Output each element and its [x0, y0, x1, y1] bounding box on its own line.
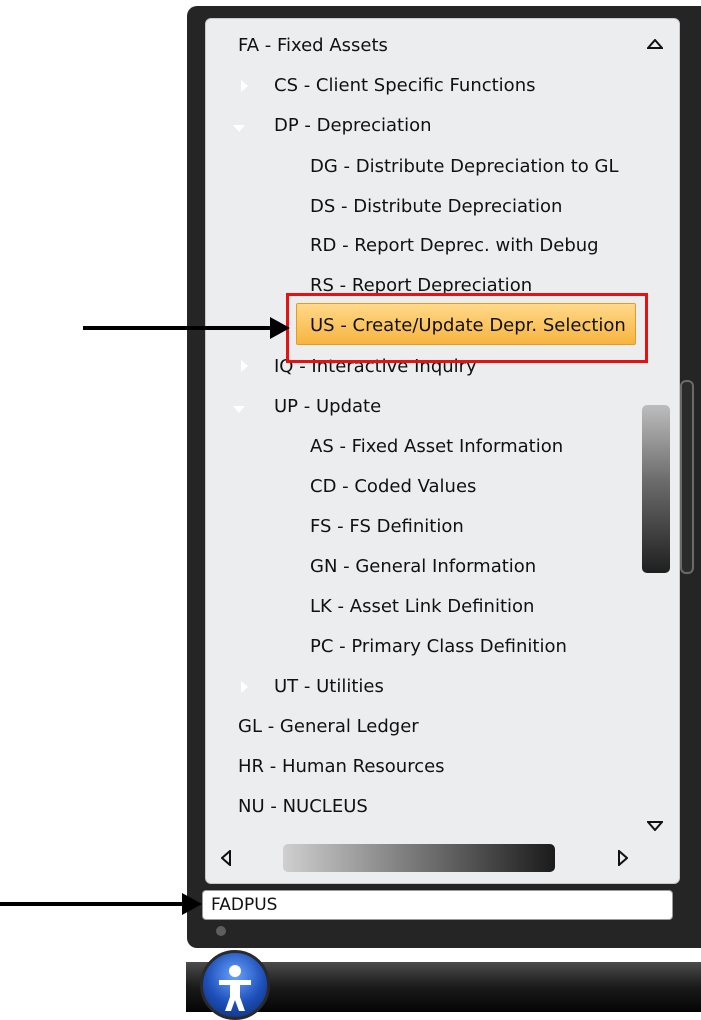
scroll-up-icon[interactable] — [645, 36, 665, 52]
menu-item-fs[interactable]: FS - FS Definition — [310, 512, 464, 542]
start-button[interactable] — [200, 950, 270, 1020]
menu-item-label: RD - Report Deprec. with Debug — [310, 235, 599, 256]
menu-item-rd[interactable]: RD - Report Deprec. with Debug — [310, 231, 599, 261]
status-dot-icon — [216, 926, 226, 936]
menu-item-label: AS - Fixed Asset Information — [310, 436, 564, 457]
menu-item-label: LK - Asset Link Definition — [310, 596, 535, 617]
menu-item-lk[interactable]: LK - Asset Link Definition — [310, 592, 534, 622]
menu-item-label: DS - Distribute Depreciation — [310, 196, 563, 217]
collapse-arrow-icon[interactable] — [233, 125, 245, 132]
menu-item-label: CS - Client Specific Functions — [274, 75, 536, 96]
highlight-box — [286, 293, 648, 363]
menu-item-as[interactable]: AS - Fixed Asset Information — [310, 432, 563, 462]
menu-item-ut[interactable]: UT - Utilities — [274, 672, 384, 702]
menu-item-cs[interactable]: CS - Client Specific Functions — [274, 71, 535, 101]
pointer-arrow-selection — [83, 326, 273, 330]
scroll-down-icon[interactable] — [645, 818, 665, 834]
menu-item-label: FS - FS Definition — [310, 516, 464, 537]
menu-item-dg[interactable]: DG - Distribute Depreciation to GL — [310, 152, 618, 182]
menu-item-label: PC - Primary Class Definition — [310, 636, 567, 657]
command-field[interactable]: FADPUS — [202, 890, 673, 920]
command-field-value: FADPUS — [211, 895, 278, 915]
vertical-scroll-thumb[interactable] — [642, 405, 670, 573]
menu-item-pc[interactable]: PC - Primary Class Definition — [310, 632, 567, 662]
menu-item-label: HR - Human Resources — [238, 756, 445, 777]
pointer-arrow-command — [0, 902, 185, 906]
horizontal-scroll-thumb[interactable] — [283, 844, 555, 872]
menu-item-label: DP - Depreciation — [274, 115, 432, 136]
menu-item-cd[interactable]: CD - Coded Values — [310, 472, 476, 502]
menu-item-label: NU - NUCLEUS — [238, 796, 368, 817]
scroll-right-icon[interactable] — [616, 848, 630, 869]
expand-arrow-icon[interactable] — [241, 360, 248, 372]
menu-item-up[interactable]: UP - Update — [274, 392, 381, 422]
expand-arrow-icon[interactable] — [241, 80, 248, 92]
menu-item-label: CD - Coded Values — [310, 476, 477, 497]
menu-item-nu[interactable]: NU - NUCLEUS — [238, 792, 368, 822]
menu-item-gl[interactable]: GL - General Ledger — [238, 712, 419, 742]
menu-item-fa[interactable]: FA - Fixed Assets — [238, 31, 388, 61]
pointer-arrowhead-command — [182, 893, 202, 915]
menu-item-label: DG - Distribute Depreciation to GL — [310, 156, 619, 177]
collapse-arrow-icon[interactable] — [233, 406, 245, 413]
expand-arrow-icon[interactable] — [241, 681, 248, 693]
menu-item-gn[interactable]: GN - General Information — [310, 552, 536, 582]
menu-item-hr[interactable]: HR - Human Resources — [238, 752, 445, 782]
pointer-arrowhead-selection — [270, 317, 290, 339]
menu-item-ds[interactable]: DS - Distribute Depreciation — [310, 192, 562, 222]
menu-item-label: GL - General Ledger — [238, 716, 419, 737]
menu-item-label: FA - Fixed Assets — [238, 35, 388, 56]
accessibility-icon — [219, 965, 251, 1011]
menu-item-label: UP - Update — [274, 396, 382, 417]
menu-item-dp[interactable]: DP - Depreciation — [274, 111, 432, 141]
vertical-scrollbar[interactable] — [680, 380, 694, 574]
menu-item-label: GN - General Information — [310, 556, 537, 577]
menu-item-label: UT - Utilities — [274, 676, 384, 697]
scroll-left-icon[interactable] — [219, 848, 233, 869]
